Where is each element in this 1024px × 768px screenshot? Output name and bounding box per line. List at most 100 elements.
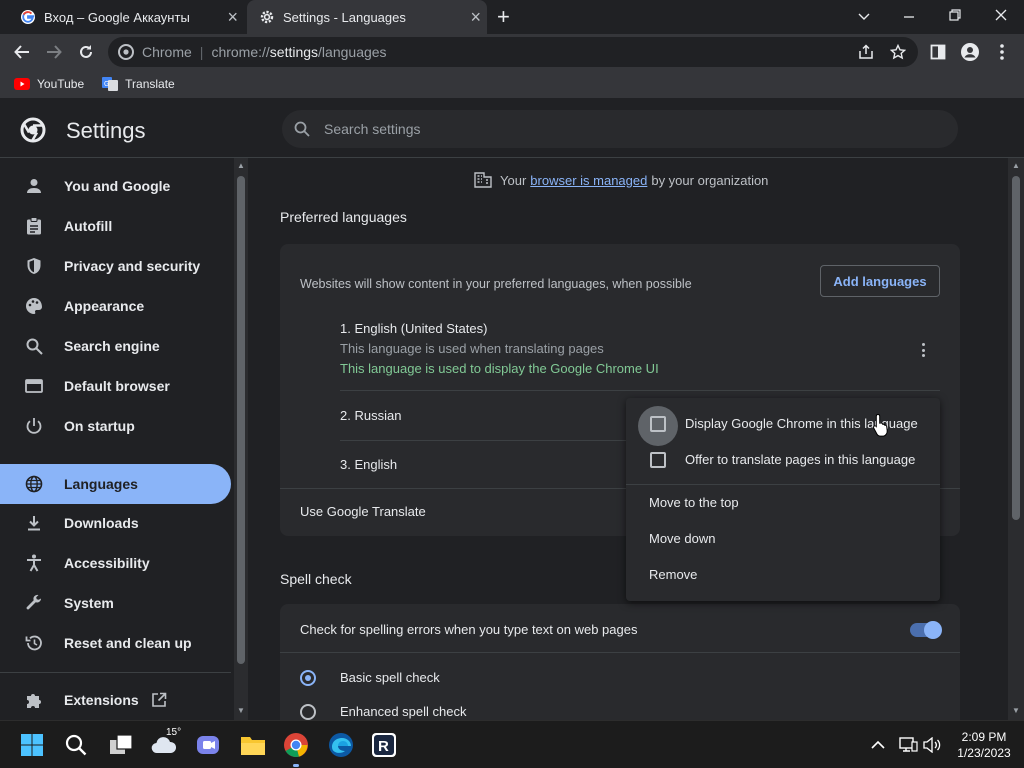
sidebar-item-you-and-google[interactable]: You and Google — [0, 166, 231, 206]
palette-icon — [24, 296, 44, 316]
scroll-up-arrow-icon[interactable]: ▲ — [237, 161, 245, 170]
menu-kebab-icon[interactable] — [991, 41, 1013, 63]
tab-strip: Вход – Google Аккаунты × Settings - Lang… — [0, 0, 1024, 34]
system-clock[interactable]: 2:09 PM 1/23/2023 — [952, 729, 1016, 761]
browser-managed-link[interactable]: browser is managed — [530, 173, 647, 188]
tab-google-accounts[interactable]: Вход – Google Аккаунты × — [8, 0, 244, 34]
volume-icon[interactable] — [920, 733, 944, 757]
minimize-button[interactable] — [899, 8, 919, 25]
sidebar-item-label: Downloads — [64, 515, 139, 531]
sidebar-scroll-thumb[interactable] — [237, 176, 245, 664]
language-more-actions-icon[interactable] — [916, 340, 930, 360]
sidebar-item-search-engine[interactable]: Search engine — [0, 326, 231, 366]
add-languages-button[interactable]: Add languages — [820, 265, 940, 297]
forward-button[interactable] — [43, 41, 65, 63]
search-settings-input[interactable]: Search settings — [282, 110, 958, 148]
restore-button[interactable] — [945, 8, 965, 25]
taskbar-search-icon[interactable] — [62, 731, 90, 759]
youtube-icon — [14, 78, 30, 90]
task-view-icon[interactable] — [107, 731, 135, 759]
close-window-button[interactable] — [991, 8, 1011, 25]
sidebar-item-downloads[interactable]: Downloads — [0, 503, 231, 543]
radio-label: Enhanced spell check — [340, 704, 467, 719]
tab-settings-languages[interactable]: Settings - Languages × — [247, 0, 487, 34]
menu-item-move-to-top[interactable]: Move to the top — [626, 484, 940, 520]
person-icon — [24, 176, 44, 196]
open-in-new-icon — [152, 692, 167, 707]
url-host: settings — [269, 44, 319, 60]
enhanced-spell-check-radio[interactable] — [300, 704, 316, 720]
profile-icon[interactable] — [959, 41, 981, 63]
sidebar-item-autofill[interactable]: Autofill — [0, 206, 231, 246]
site-label: Chrome — [142, 44, 192, 60]
shield-icon — [24, 256, 44, 276]
back-button[interactable] — [11, 41, 33, 63]
spell-check-label: Check for spelling errors when you type … — [300, 622, 638, 637]
menu-item-move-down[interactable]: Move down — [626, 520, 940, 556]
url-separator: | — [199, 44, 204, 60]
sidebar-item-accessibility[interactable]: Accessibility — [0, 543, 231, 583]
scroll-down-arrow-icon[interactable]: ▼ — [237, 706, 245, 715]
bookmark-star-icon[interactable] — [887, 41, 909, 63]
sidebar-item-system[interactable]: System — [0, 583, 231, 623]
sidebar-item-default-browser[interactable]: Default browser — [0, 366, 231, 406]
share-icon[interactable] — [855, 41, 877, 63]
windows-taskbar: 15° R 2:09 PM 1/23/2023 — [0, 720, 1024, 768]
sidebar-item-languages[interactable]: Languages — [0, 464, 231, 504]
address-bar[interactable]: Chrome | chrome://settings/languages — [108, 37, 918, 67]
r-app-icon[interactable]: R — [370, 731, 398, 759]
file-explorer-icon[interactable] — [239, 731, 267, 759]
main-scrollbar[interactable]: ▲ ▼ — [1008, 158, 1024, 720]
sidebar-item-privacy[interactable]: Privacy and security — [0, 246, 231, 286]
google-translate-icon: G — [102, 77, 119, 91]
edge-icon[interactable] — [327, 731, 355, 759]
basic-spell-check-radio[interactable] — [300, 670, 316, 686]
bookmark-translate[interactable]: G Translate — [102, 76, 175, 92]
menu-item-remove[interactable]: Remove — [626, 556, 940, 592]
sidebar-item-on-startup[interactable]: On startup — [0, 406, 231, 446]
managed-prefix: Your — [500, 172, 527, 188]
chrome-logo-icon — [20, 117, 46, 143]
managed-suffix: by your organization — [651, 172, 769, 188]
side-panel-icon[interactable] — [927, 41, 949, 63]
clipboard-icon — [24, 216, 44, 236]
sidebar-item-label: System — [64, 595, 114, 611]
tab-search-chevron-icon[interactable] — [854, 8, 874, 25]
scroll-up-arrow-icon[interactable]: ▲ — [1012, 161, 1020, 170]
weather-temperature: 15° — [166, 727, 182, 738]
arrow-left-icon — [14, 45, 29, 59]
sidebar-item-label: Privacy and security — [64, 258, 201, 274]
clock-date: 1/23/2023 — [957, 746, 1011, 760]
language-item-sub: This language is used when translating p… — [340, 341, 604, 356]
reload-button[interactable] — [75, 41, 97, 63]
new-tab-button[interactable]: + — [497, 6, 510, 28]
chrome-icon — [118, 44, 134, 60]
teams-chat-icon[interactable] — [194, 731, 222, 759]
bookmark-youtube[interactable]: YouTube — [14, 77, 84, 91]
sidebar-scrollbar[interactable]: ▲ ▼ — [234, 158, 248, 720]
url-scheme: chrome:// — [211, 44, 270, 60]
sidebar-divider — [0, 672, 231, 673]
sidebar-item-appearance[interactable]: Appearance — [0, 286, 231, 326]
search-icon — [294, 121, 310, 137]
sidebar-item-extensions[interactable]: Extensions — [0, 680, 231, 720]
chrome-taskbar-icon[interactable] — [282, 731, 310, 759]
browser-window-icon — [24, 376, 44, 396]
close-tab-icon[interactable]: × — [470, 8, 481, 26]
scroll-down-arrow-icon[interactable]: ▼ — [1012, 706, 1020, 715]
close-tab-icon[interactable]: × — [227, 8, 238, 26]
sidebar-item-label: Extensions — [64, 692, 139, 708]
network-icon[interactable] — [896, 733, 920, 757]
tray-chevron-up-icon[interactable] — [866, 733, 890, 757]
browser-window: Вход – Google Аккаунты × Settings - Lang… — [0, 0, 1024, 768]
offer-translate-checkbox[interactable] — [650, 452, 666, 468]
main-scroll-thumb[interactable] — [1012, 176, 1020, 520]
sidebar-item-reset[interactable]: Reset and clean up — [0, 623, 231, 663]
browser-toolbar: Chrome | chrome://settings/languages — [0, 34, 1024, 70]
wrench-icon — [24, 593, 44, 613]
display-chrome-in-language-checkbox[interactable] — [650, 416, 666, 432]
history-icon — [24, 633, 44, 653]
search-icon — [24, 336, 44, 356]
windows-start-icon[interactable] — [18, 731, 46, 759]
spell-check-toggle[interactable] — [910, 621, 942, 639]
